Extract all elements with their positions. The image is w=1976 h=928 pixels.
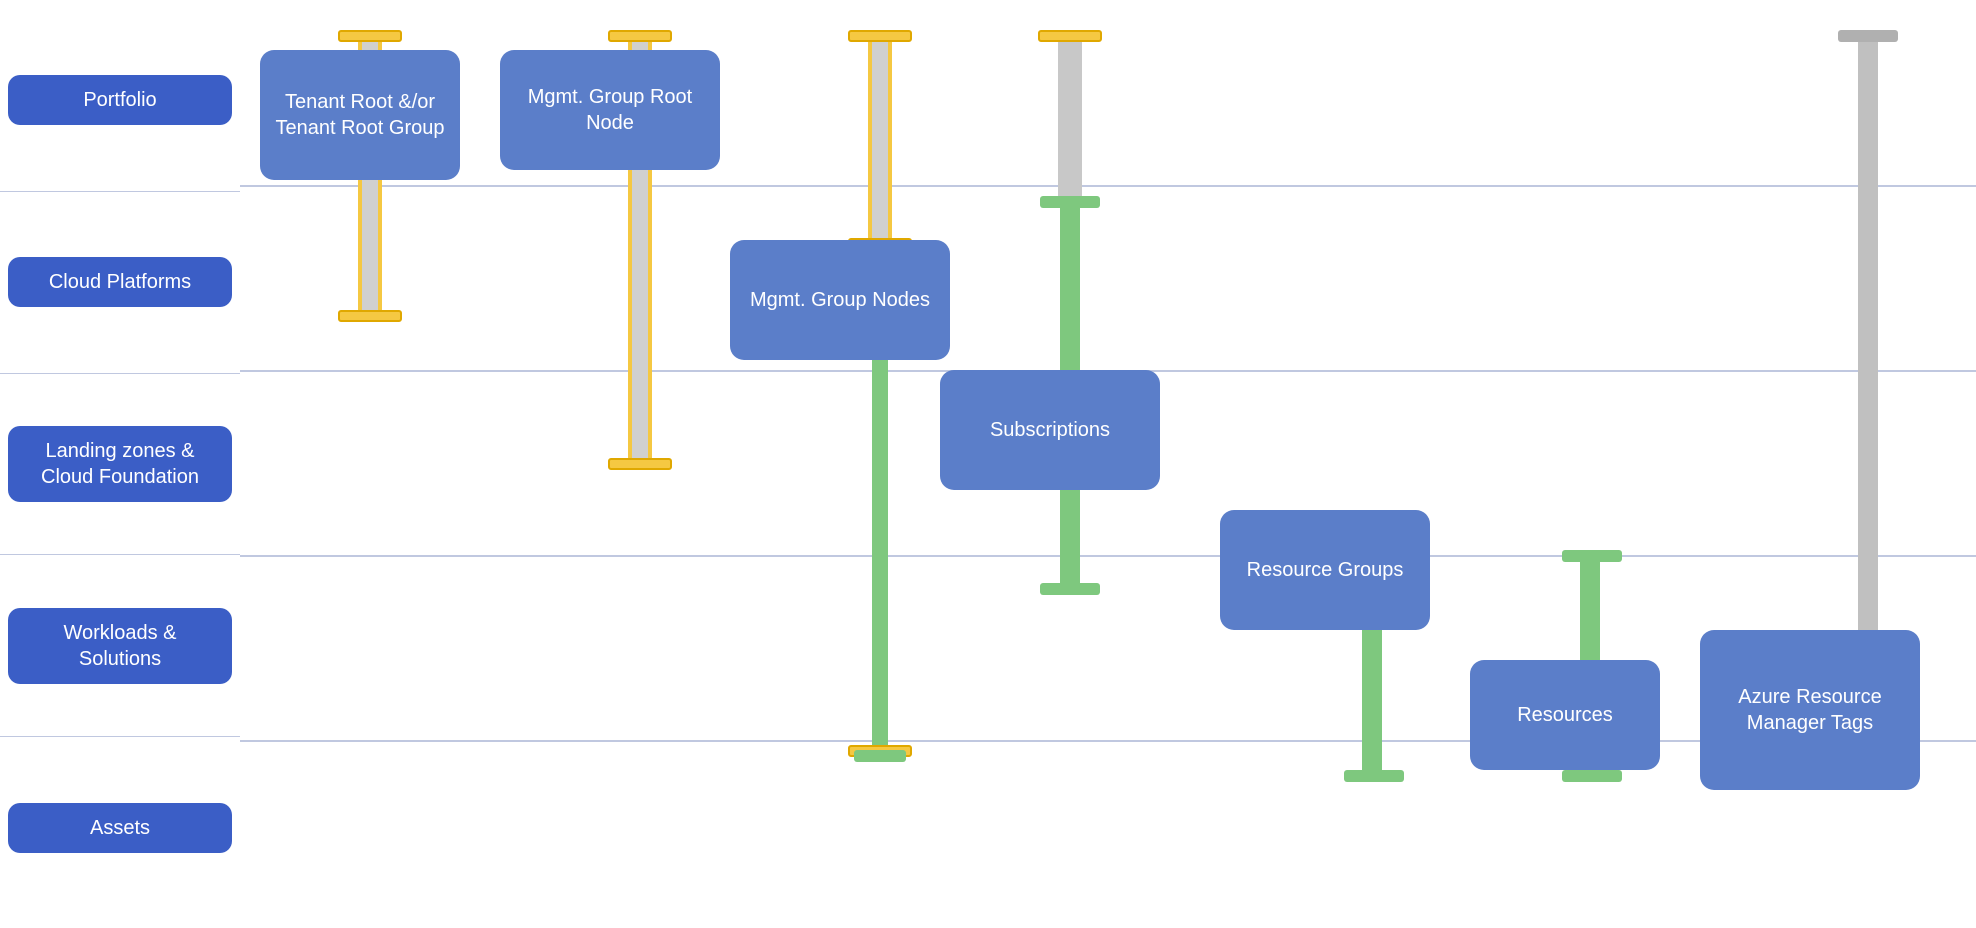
main-diagram-area: Tenant Root &/or Tenant Root Group Mgmt.… [240,0,1976,928]
sidebar: Portfolio Cloud Platforms Landing zones … [0,0,240,928]
sidebar-row-workloads: Workloads & Solutions [0,555,240,737]
cap-resources-top [1562,550,1622,562]
node-azure-tags: Azure Resource Manager Tags [1700,630,1920,790]
node-mgmt-group-nodes: Mgmt. Group Nodes [730,240,950,360]
node-mgmt-group-root: Mgmt. Group Root Node [500,50,720,170]
cap-mgmt-nodes-top-gold [848,30,912,42]
divider-1 [240,185,1976,187]
cap-subscriptions-bottom [1040,583,1100,595]
sidebar-label-cloud-platforms: Cloud Platforms [8,257,232,307]
sidebar-label-workloads: Workloads & Solutions [8,608,232,684]
sidebar-row-cloud-platforms: Cloud Platforms [0,192,240,374]
node-tenant-root: Tenant Root &/or Tenant Root Group [260,50,460,180]
cap-tenant-root-top [338,30,402,42]
cap-azure-tags-top [1838,30,1898,42]
connector-mgmt-nodes-gold [868,42,892,242]
divider-3 [240,555,1976,557]
connector-subscriptions-grey-top [1058,42,1082,197]
node-resource-groups: Resource Groups [1220,510,1430,630]
sidebar-row-landing-zones: Landing zones & Cloud Foundation [0,374,240,556]
node-subscriptions: Subscriptions [940,370,1160,490]
sidebar-label-landing-zones: Landing zones & Cloud Foundation [8,426,232,502]
cap-mgmt-root-top [608,30,672,42]
node-resources: Resources [1470,660,1660,770]
cap-subscriptions-top [1038,30,1102,42]
sidebar-label-assets: Assets [8,803,232,853]
cap-resources-bottom [1562,770,1622,782]
diagram-container: Portfolio Cloud Platforms Landing zones … [0,0,1976,928]
cap-tenant-root-bottom [338,310,402,322]
sidebar-row-assets: Assets [0,737,240,918]
sidebar-row-portfolio: Portfolio [0,10,240,192]
sidebar-label-portfolio: Portfolio [8,75,232,125]
cap-resource-groups-bottom [1344,770,1404,782]
cap-mgmt-root-bottom [608,458,672,470]
cap-mgmt-nodes-bottom-green [854,750,906,762]
